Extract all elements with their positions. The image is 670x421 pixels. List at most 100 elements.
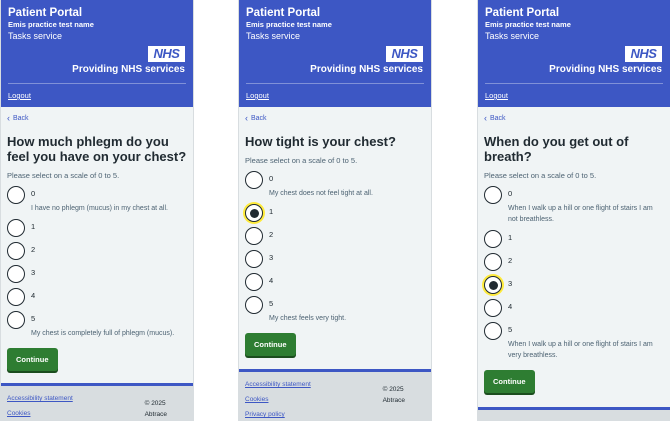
option-text: 3	[508, 276, 512, 288]
radio-selected-dot	[249, 208, 259, 218]
portal-screen: Patient Portal Emis practice test name Tas…	[238, 0, 432, 421]
site-footer: Accessibility statement Cookies Privacy po…	[239, 369, 431, 421]
nhs-logo: NHS	[625, 46, 662, 62]
option-label: 2	[269, 230, 274, 239]
radio-selected-dot	[488, 280, 498, 290]
footer-copyright: © 2025 Abtrace	[383, 384, 405, 406]
radio-button[interactable]	[484, 253, 502, 271]
option-text: 2	[31, 242, 35, 254]
option-text: 0 I have no phlegm (mucus) in my chest at…	[31, 186, 168, 214]
radio-option[interactable]: 0 My chest does not feel tight at all.	[245, 171, 425, 199]
radio-button[interactable]	[484, 276, 502, 294]
logout-link[interactable]: Logout	[8, 91, 31, 100]
option-label: 1	[31, 222, 36, 231]
practice-name: Emis practice test name	[246, 20, 332, 29]
option-text: 4	[31, 288, 35, 300]
chevron-left-icon: ‹	[484, 113, 487, 123]
back-link[interactable]: ‹ Back	[245, 114, 425, 123]
option-label: 5	[508, 325, 513, 334]
option-label: 3	[508, 279, 513, 288]
portal-title: Patient Portal	[485, 7, 560, 19]
option-label: 0	[269, 174, 274, 183]
site-header: Patient Portal Emis practice test name Tas…	[239, 0, 431, 107]
back-link[interactable]: ‹ Back	[484, 113, 664, 123]
radio-button[interactable]	[245, 227, 263, 245]
radio-button[interactable]	[245, 204, 263, 222]
footer-link[interactable]: Privacy policy	[245, 411, 425, 418]
back-link[interactable]: ‹ Back	[7, 114, 187, 123]
site-header: Patient Portal Emis practice test name Tas…	[1, 0, 193, 107]
option-text: 0 My chest does not feel tight at all.	[269, 171, 373, 199]
option-description: When I walk up a hill or one flight of s…	[508, 341, 653, 359]
option-label: 1	[508, 233, 513, 242]
radio-option[interactable]: 2	[7, 242, 187, 260]
logout-link[interactable]: Logout	[246, 91, 269, 100]
radio-option[interactable]: 2	[245, 227, 425, 245]
nhs-logo: NHS	[386, 46, 423, 62]
radio-option[interactable]: 3	[7, 265, 187, 283]
continue-button[interactable]: Continue	[484, 370, 535, 393]
option-label: 5	[31, 314, 36, 323]
nhs-tagline: Providing NHS services	[549, 64, 662, 75]
radio-option[interactable]: 2	[484, 253, 664, 271]
option-label: 3	[269, 253, 274, 262]
radio-option[interactable]: 0 When I walk up a hill or one flight of …	[484, 186, 664, 225]
copyright-year: © 2025	[382, 386, 404, 393]
site-footer	[478, 407, 670, 421]
nhs-tagline: Providing NHS services	[72, 64, 185, 75]
radio-option[interactable]: 5 When I walk up a hill or one flight of …	[484, 322, 664, 361]
logout-link[interactable]: Logout	[485, 91, 508, 100]
radio-option[interactable]: 3	[245, 250, 425, 268]
radio-option[interactable]: 5 My chest is completely full of phlegm (…	[7, 311, 187, 339]
option-label: 2	[508, 256, 513, 265]
question-hint: Please select on a scale of 0 to 5.	[245, 156, 358, 165]
option-label: 4	[269, 276, 274, 285]
radio-button[interactable]	[7, 219, 25, 237]
radio-option[interactable]: 4	[484, 299, 664, 317]
option-description: My chest feels very tight.	[269, 315, 347, 322]
radio-option[interactable]: 3	[484, 276, 664, 294]
option-description: My chest does not feel tight at all.	[269, 190, 373, 197]
radio-button[interactable]	[245, 171, 263, 189]
header-divider	[246, 83, 424, 84]
radio-button[interactable]	[484, 299, 502, 317]
radio-option[interactable]: 5 My chest feels very tight.	[245, 296, 425, 324]
option-text: 1	[31, 219, 35, 231]
option-label: 0	[508, 189, 513, 198]
radio-button[interactable]	[7, 242, 25, 260]
radio-button[interactable]	[7, 311, 25, 329]
portal-screen: Patient Portal Emis practice test name Tas…	[477, 0, 670, 421]
radio-option[interactable]: 1	[245, 204, 425, 222]
radio-option[interactable]: 4	[7, 288, 187, 306]
radio-button[interactable]	[484, 186, 502, 204]
option-text: 5 My chest is completely full of phlegm (…	[31, 311, 174, 339]
radio-option[interactable]: 0 I have no phlegm (mucus) in my chest at…	[7, 186, 187, 214]
nhs-logo: NHS	[148, 46, 185, 62]
radio-button[interactable]	[245, 273, 263, 291]
main-content: ‹ Back How tight is your chest? Please sele…	[239, 107, 431, 356]
question-hint: Please select on a scale of 0 to 5.	[7, 171, 120, 180]
question-heading: When do you get out of breath?	[484, 134, 629, 164]
company-name: Abtrace	[382, 397, 405, 404]
continue-button[interactable]: Continue	[245, 333, 296, 356]
radio-option[interactable]: 1	[7, 219, 187, 237]
option-text: 4	[508, 299, 512, 311]
option-description: I have no phlegm (mucus) in my chest at …	[31, 205, 168, 212]
radio-button[interactable]	[245, 250, 263, 268]
radio-option[interactable]: 1	[484, 230, 664, 248]
radio-button[interactable]	[7, 265, 25, 283]
radio-button[interactable]	[484, 230, 502, 248]
radio-button[interactable]	[7, 288, 25, 306]
option-text: 1	[508, 230, 512, 242]
radio-option[interactable]: 4	[245, 273, 425, 291]
option-label: 3	[31, 268, 36, 277]
radio-button[interactable]	[245, 296, 263, 314]
continue-button[interactable]: Continue	[7, 348, 58, 371]
radio-button[interactable]	[484, 322, 502, 340]
option-text: 0 When I walk up a hill or one flight of …	[508, 186, 664, 225]
practice-name: Emis practice test name	[8, 20, 94, 29]
option-label: 0	[31, 189, 36, 198]
radio-button[interactable]	[7, 186, 25, 204]
copyright-year: © 2025	[144, 400, 166, 407]
option-text: 3	[31, 265, 35, 277]
